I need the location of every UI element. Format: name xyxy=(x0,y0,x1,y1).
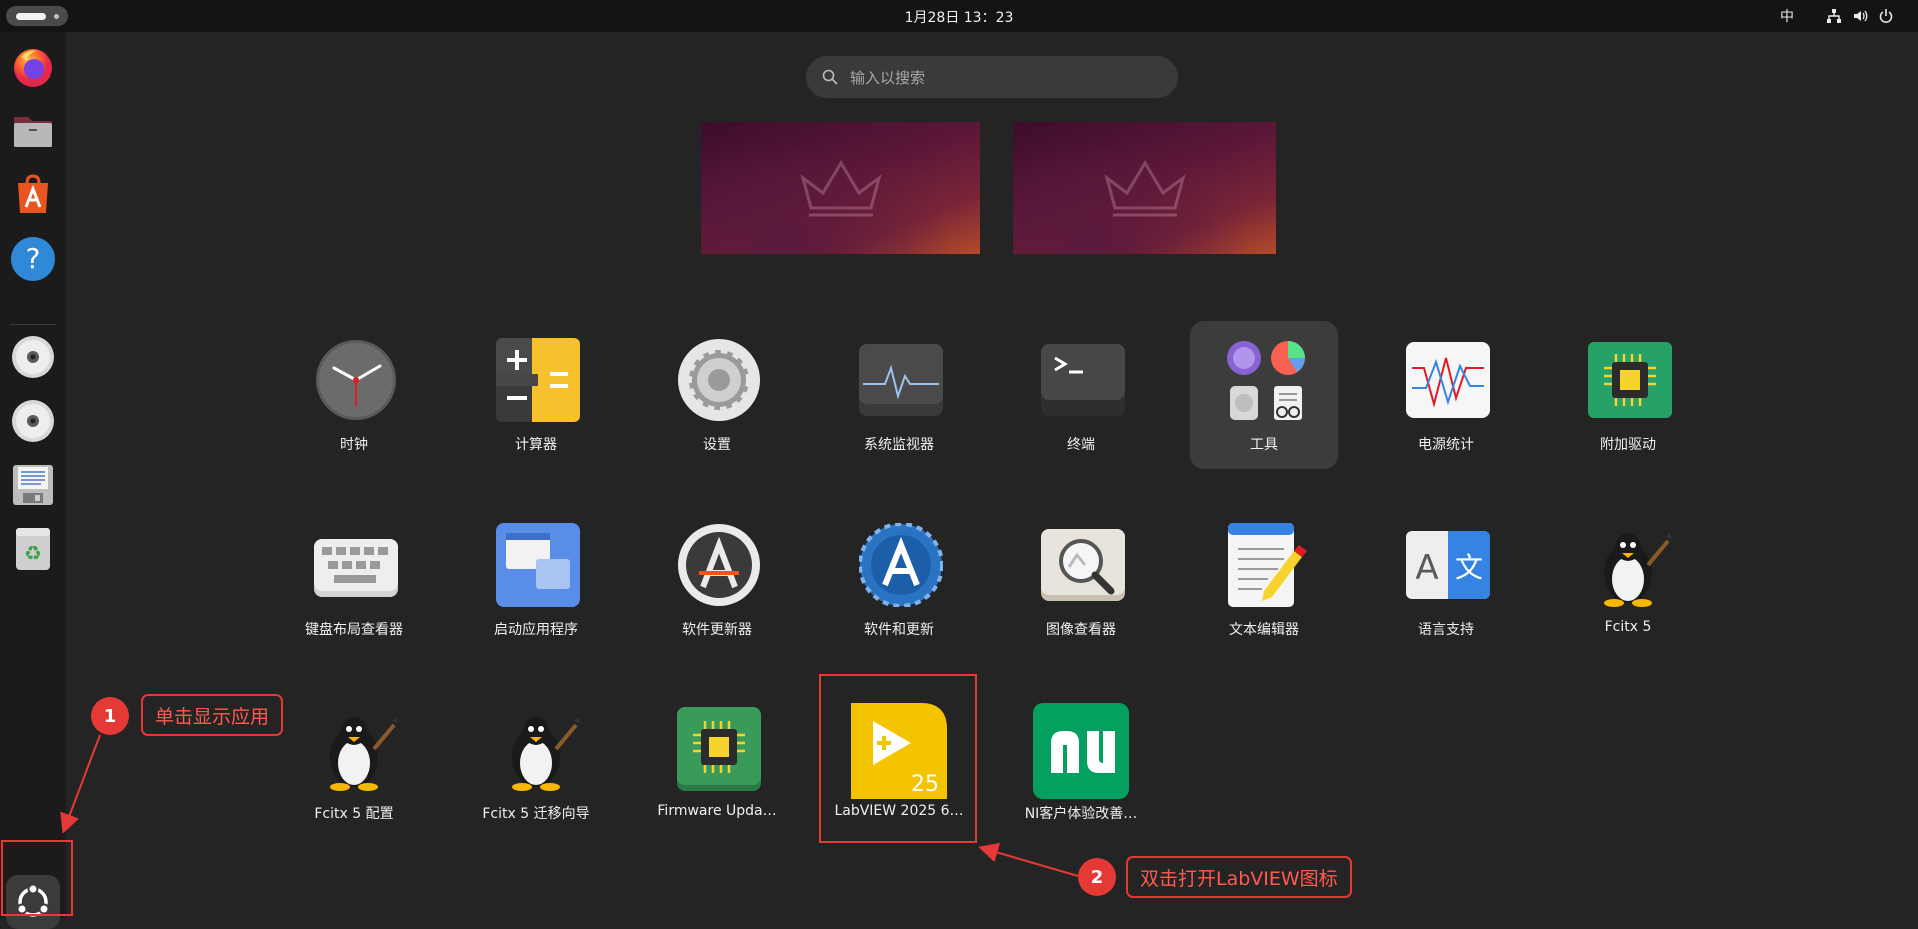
annotation-arrow-2 xyxy=(978,842,1079,877)
annotation-arrows xyxy=(60,734,1079,877)
annotation-arrow-1 xyxy=(60,734,101,834)
